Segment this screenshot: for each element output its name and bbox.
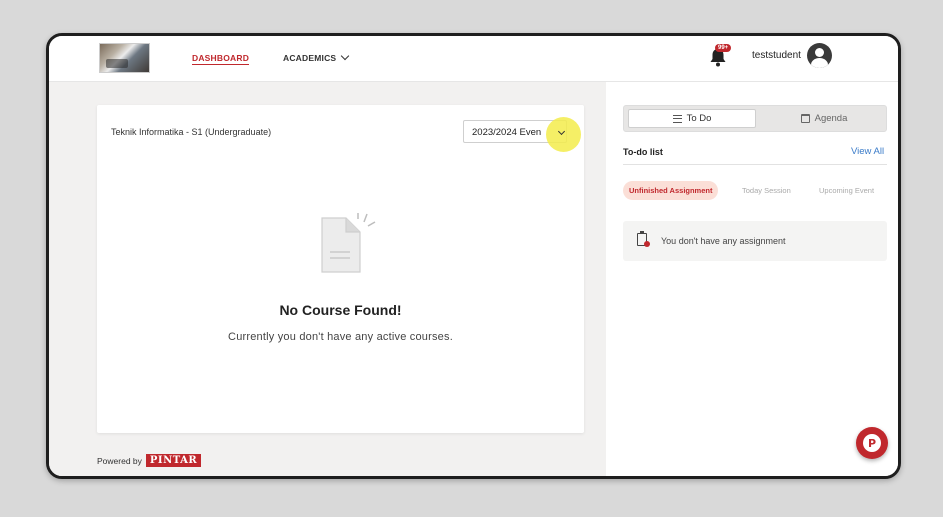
- chevron-down-icon: [341, 51, 350, 61]
- nav-academics-label: ACADEMICS: [283, 53, 337, 63]
- top-navbar: DASHBOARD ACADEMICS 99+ teststudent: [49, 36, 898, 82]
- filter-unfinished-assignment[interactable]: Unfinished Assignment: [623, 181, 719, 200]
- list-icon: [672, 114, 682, 123]
- right-panel: To Do Agenda To-do list View All Unfinis…: [606, 82, 898, 476]
- campus-logo-image[interactable]: [99, 43, 150, 73]
- username-label[interactable]: teststudent: [752, 50, 801, 61]
- powered-by-label: Powered by: [97, 455, 142, 466]
- tab-agenda-label: Agenda: [814, 113, 848, 124]
- program-label: Teknik Informatika - S1 (Undergraduate): [111, 127, 272, 137]
- notification-badge: 99+: [715, 44, 732, 52]
- pintar-logo[interactable]: PINTAR: [145, 454, 202, 467]
- browser-frame: DASHBOARD ACADEMICS 99+ teststudent Tekn…: [46, 33, 901, 479]
- clipboard-icon: [637, 231, 650, 247]
- notification-button[interactable]: 99+: [707, 44, 732, 68]
- avatar[interactable]: [807, 43, 832, 68]
- pintar-help-icon: P: [863, 434, 881, 452]
- assignment-empty-box: You don't have any assignment: [623, 221, 887, 261]
- document-icon: [321, 213, 376, 273]
- divider: [623, 164, 887, 165]
- filter-today-session[interactable]: Today Session: [742, 186, 791, 195]
- nav-dashboard[interactable]: DASHBOARD: [192, 53, 250, 65]
- help-button[interactable]: P: [856, 427, 888, 459]
- todo-agenda-toggle: To Do Agenda: [623, 105, 887, 132]
- main-content: Teknik Informatika - S1 (Undergraduate) …: [49, 82, 606, 476]
- todo-list-title: To-do list: [623, 147, 663, 157]
- powered-by: Powered by PINTAR: [97, 454, 202, 467]
- nav-academics[interactable]: ACADEMICS: [283, 51, 350, 63]
- empty-state-message: Currently you don't have any active cour…: [228, 331, 453, 343]
- filter-upcoming-event[interactable]: Upcoming Event: [819, 186, 874, 195]
- empty-state-title: No Course Found!: [279, 302, 402, 318]
- cursor-highlight: [546, 117, 581, 152]
- tab-todo[interactable]: To Do: [628, 109, 756, 128]
- course-card: Teknik Informatika - S1 (Undergraduate) …: [97, 105, 584, 433]
- view-all-link[interactable]: View All: [851, 146, 884, 157]
- tab-agenda[interactable]: Agenda: [764, 109, 884, 128]
- assignment-empty-text: You don't have any assignment: [661, 236, 786, 246]
- tab-todo-label: To Do: [686, 113, 712, 124]
- calendar-icon: [800, 114, 810, 123]
